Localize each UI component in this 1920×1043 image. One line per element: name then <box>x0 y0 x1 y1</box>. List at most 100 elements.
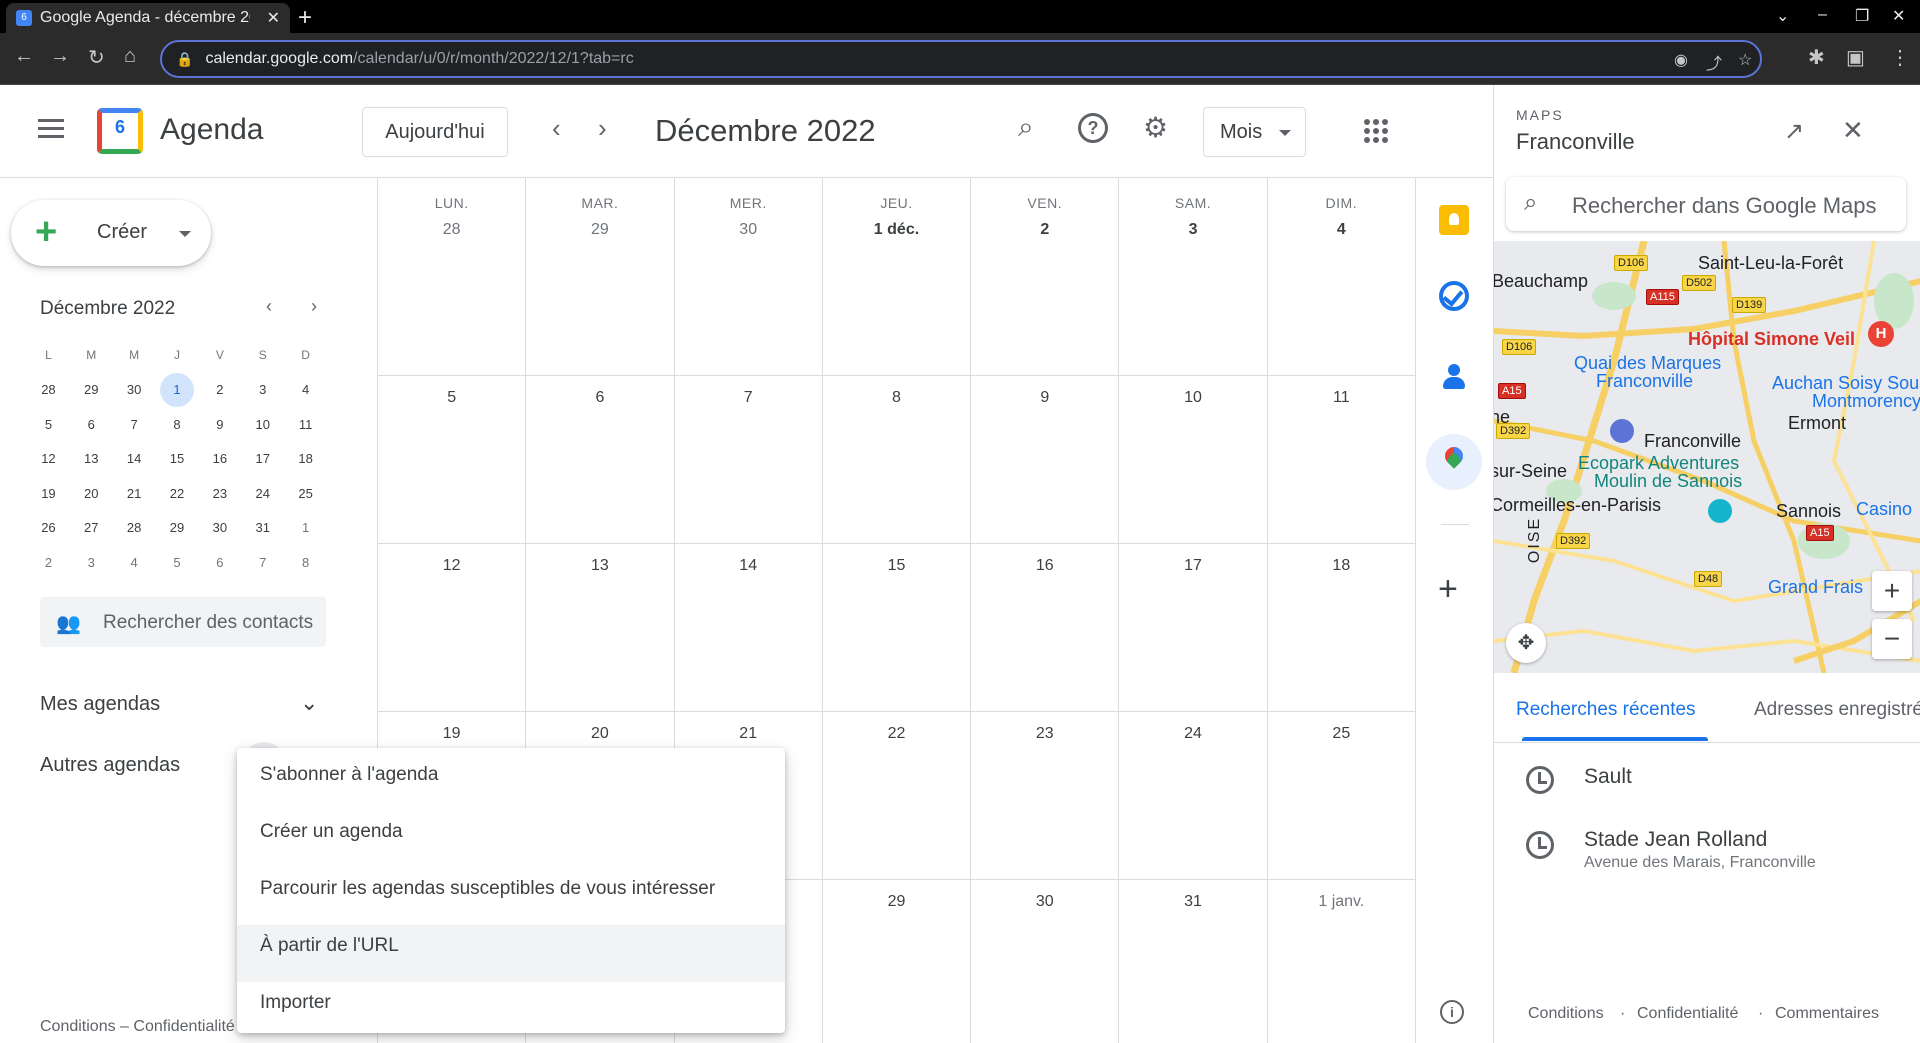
mini-day[interactable]: 8 <box>284 555 327 570</box>
menu-item-subscribe[interactable]: S'abonner à l'agenda <box>237 754 785 811</box>
mini-day[interactable]: 21 <box>113 486 156 501</box>
mini-day[interactable]: 2 <box>27 555 70 570</box>
day-number[interactable]: 14 <box>675 557 822 575</box>
terms-link[interactable]: Conditions <box>1528 1005 1604 1023</box>
day-cell[interactable]: 10 <box>1119 376 1268 543</box>
day-cell[interactable]: SAM. 3 <box>1119 178 1268 375</box>
mini-day[interactable]: 5 <box>156 555 199 570</box>
day-number[interactable]: 31 <box>1119 893 1266 911</box>
chevron-down-icon[interactable]: ⌄ <box>300 690 318 716</box>
settings-gear-icon[interactable]: ⚙ <box>1143 111 1168 144</box>
back-icon[interactable]: ← <box>14 45 34 68</box>
feedback-link[interactable]: Commentaires <box>1775 1005 1879 1023</box>
day-number[interactable]: 19 <box>378 725 525 743</box>
day-cell[interactable]: 25 <box>1268 712 1416 879</box>
mini-day[interactable]: 28 <box>113 520 156 535</box>
recenter-icon[interactable]: ✥ <box>1506 623 1546 663</box>
mini-day[interactable]: 17 <box>241 451 284 466</box>
mini-day[interactable]: 8 <box>156 417 199 432</box>
day-number[interactable]: 3 <box>1119 221 1266 239</box>
menu-item-import[interactable]: Importer <box>237 982 785 1039</box>
day-number[interactable]: 13 <box>526 557 673 575</box>
day-number[interactable]: 29 <box>526 221 673 239</box>
window-close-icon[interactable]: ✕ <box>1892 6 1905 26</box>
park-pin-icon[interactable] <box>1708 499 1732 523</box>
mini-day[interactable]: 13 <box>70 451 113 466</box>
day-number[interactable]: 11 <box>1268 389 1415 407</box>
day-cell[interactable]: 15 <box>823 544 972 711</box>
day-number[interactable]: 1 déc. <box>823 221 970 239</box>
mini-day[interactable]: 14 <box>113 451 156 466</box>
mini-day[interactable]: 3 <box>241 382 284 397</box>
tracking-eye-icon[interactable]: ◉ <box>1674 50 1688 70</box>
mini-day[interactable]: 27 <box>70 520 113 535</box>
info-icon[interactable]: i <box>1440 1000 1464 1024</box>
my-calendars-heading[interactable]: Mes agendas <box>40 693 160 716</box>
day-number[interactable]: 20 <box>526 725 673 743</box>
mini-day[interactable]: 10 <box>241 417 284 432</box>
day-number[interactable]: 8 <box>823 389 970 407</box>
mini-day[interactable]: 18 <box>284 451 327 466</box>
day-cell[interactable]: 8 <box>823 376 972 543</box>
day-number[interactable]: 6 <box>526 389 673 407</box>
day-number[interactable]: 21 <box>675 725 822 743</box>
recent-search-item[interactable]: Sault <box>1494 762 1920 822</box>
day-cell[interactable]: 6 <box>526 376 675 543</box>
contacts-icon[interactable] <box>1439 362 1469 392</box>
mini-day[interactable]: 22 <box>156 486 199 501</box>
day-cell[interactable]: 23 <box>971 712 1120 879</box>
mini-day[interactable]: 4 <box>113 555 156 570</box>
google-apps-icon[interactable] <box>1364 119 1388 143</box>
day-number[interactable]: 2 <box>971 221 1118 239</box>
maps-search-input[interactable]: ⌕ Rechercher dans Google Maps <box>1506 177 1906 231</box>
tab-search-chevron-icon[interactable]: ⌄ <box>1776 6 1789 26</box>
create-button[interactable]: + Créer <box>11 200 211 266</box>
day-cell[interactable]: 29 <box>823 880 972 1043</box>
day-cell[interactable]: 18 <box>1268 544 1416 711</box>
map-view[interactable]: Saint-Leu-la-Forêt Beauchamp Hôpital Sim… <box>1494 241 1920 673</box>
mini-day[interactable]: 30 <box>113 382 156 397</box>
restore-icon[interactable]: ❐ <box>1855 6 1869 26</box>
day-cell[interactable]: 13 <box>526 544 675 711</box>
zoom-in-button[interactable]: + <box>1872 571 1912 611</box>
day-cell[interactable]: MAR. 29 <box>526 178 675 375</box>
mini-day[interactable]: 7 <box>113 417 156 432</box>
mini-day[interactable]: 3 <box>70 555 113 570</box>
maps-icon[interactable] <box>1439 443 1469 477</box>
mini-day[interactable]: 19 <box>27 486 70 501</box>
day-number[interactable]: 28 <box>378 221 525 239</box>
mini-day[interactable]: 4 <box>284 382 327 397</box>
mini-day[interactable]: 26 <box>27 520 70 535</box>
mini-day[interactable]: 7 <box>241 555 284 570</box>
get-addons-plus-icon[interactable]: + <box>1438 570 1458 609</box>
day-number[interactable]: 29 <box>823 893 970 911</box>
day-cell[interactable]: 17 <box>1119 544 1268 711</box>
today-button[interactable]: Aujourd'hui <box>362 107 508 157</box>
next-month-icon[interactable]: › <box>598 113 607 144</box>
zoom-out-button[interactable]: − <box>1872 619 1912 659</box>
mini-day[interactable]: 16 <box>198 451 241 466</box>
new-tab-icon[interactable]: + <box>298 4 312 32</box>
day-number[interactable]: 10 <box>1119 389 1266 407</box>
day-cell[interactable]: 31 <box>1119 880 1268 1043</box>
extensions-icon[interactable]: ✱ <box>1808 45 1825 70</box>
previous-month-icon[interactable]: ‹ <box>552 113 561 144</box>
recent-search-item[interactable]: Stade Jean Rolland Avenue des Marais, Fr… <box>1494 825 1920 885</box>
mini-day[interactable]: 31 <box>241 520 284 535</box>
mini-day[interactable]: 6 <box>198 555 241 570</box>
privacy-link[interactable]: Confidentialité <box>1637 1005 1738 1023</box>
mini-day[interactable]: 5 <box>27 417 70 432</box>
address-bar[interactable]: 🔒 calendar.google.com/calendar/u/0/r/mon… <box>160 40 1762 78</box>
reload-icon[interactable]: ↻ <box>88 45 105 70</box>
day-number[interactable]: 24 <box>1119 725 1266 743</box>
day-cell[interactable]: MER. 30 <box>675 178 823 375</box>
mini-day[interactable]: 30 <box>198 520 241 535</box>
day-number[interactable]: 23 <box>971 725 1118 743</box>
day-cell[interactable]: DIM. 4 <box>1268 178 1416 375</box>
day-cell[interactable]: 30 <box>971 880 1120 1043</box>
hospital-pin-icon[interactable]: H <box>1868 321 1894 347</box>
tab-recent-searches[interactable]: Recherches récentes <box>1516 699 1696 721</box>
day-number[interactable]: 22 <box>823 725 970 743</box>
bookmark-star-icon[interactable]: ☆ <box>1738 50 1752 70</box>
browser-tab[interactable]: 6 Google Agenda - décembre 2022 ✕ <box>6 3 290 33</box>
